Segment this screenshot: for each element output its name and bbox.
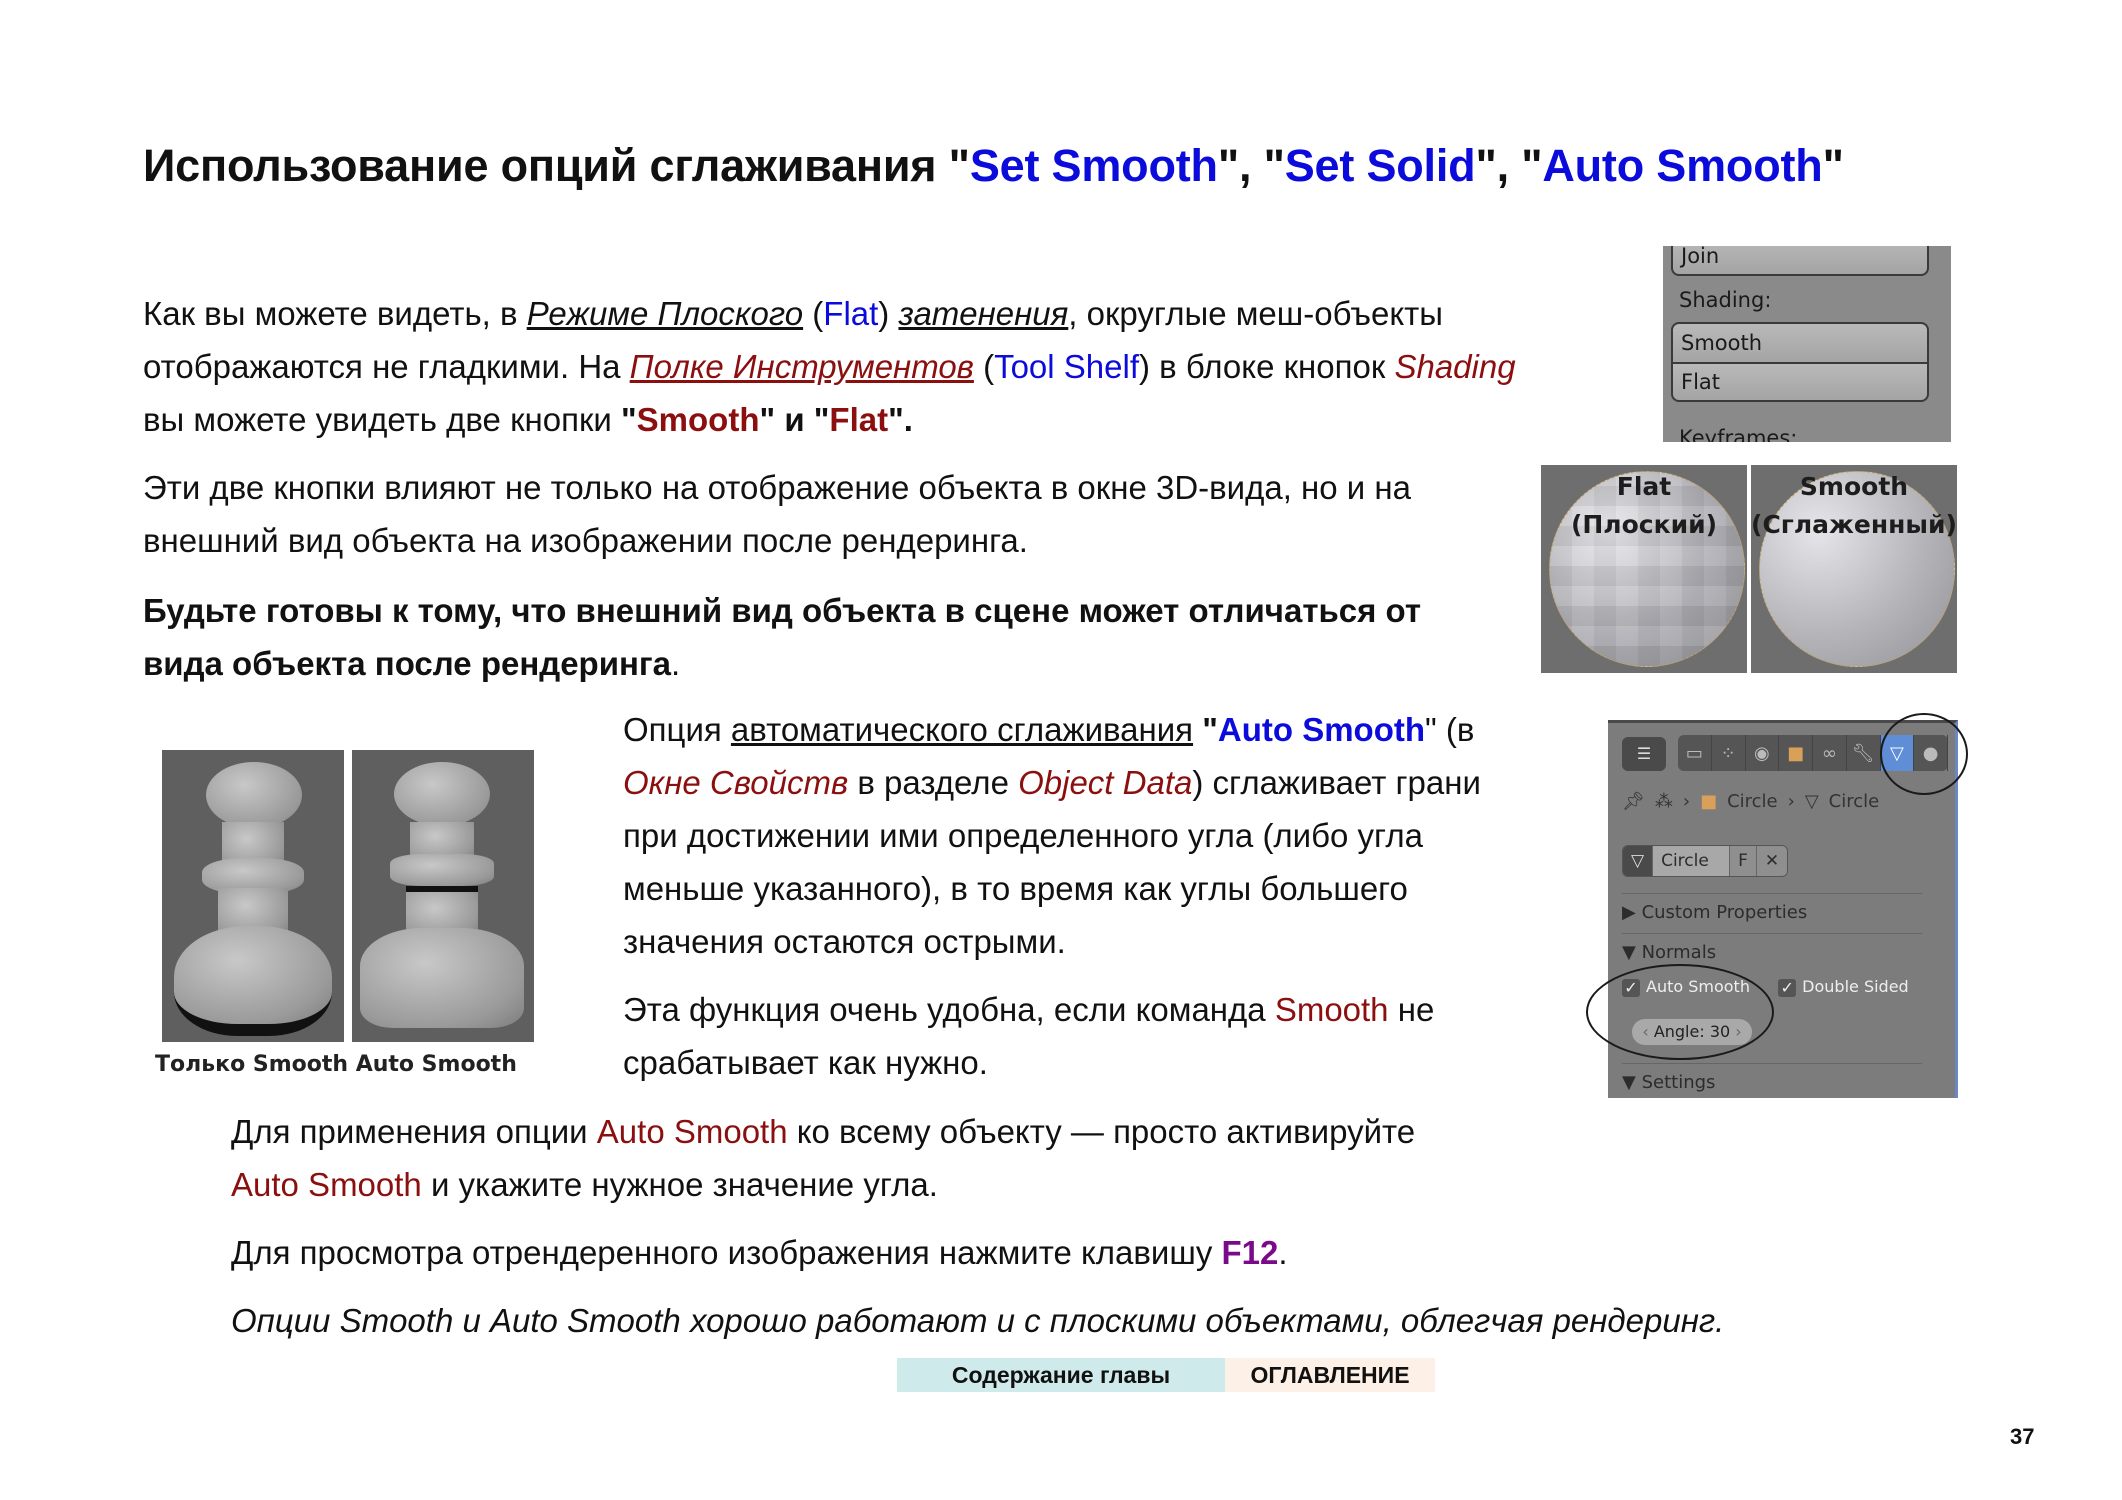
render-tab-icon: ▭ [1678, 735, 1712, 771]
join-button: Join [1671, 246, 1929, 276]
collapse-arrow-icon: ▼ [1622, 942, 1642, 963]
flat-button: Flat [1671, 362, 1929, 402]
paragraph-render-key: Для просмотра отрендеренного изображения… [231, 1234, 1288, 1271]
expand-arrow-icon: ▶ [1622, 902, 1642, 923]
pawn-auto-smooth [352, 750, 534, 1042]
settings-section: ▼ Settings [1622, 1063, 1922, 1093]
smooth-sphere-panel: Smooth (Сглаженный) [1751, 465, 1957, 673]
link-auto-smoothing[interactable]: автоматического сглаживания [731, 711, 1193, 748]
double-sided-checkbox: ✓ [1778, 978, 1797, 997]
object-icon: ■ [1700, 791, 1718, 812]
paragraph-warning: Будьте готовы к тому, что внешний вид об… [143, 592, 1422, 682]
keyframes-label: Keyframes: [1679, 426, 1798, 442]
scene-icon: ⁂ [1654, 791, 1673, 812]
title-auto-smooth: Auto Smooth [1542, 140, 1823, 191]
key-f12: F12 [1221, 1234, 1279, 1271]
flat-sphere-panel: Flat (Плоский) [1541, 465, 1747, 673]
custom-properties-section: ▶ Custom Properties [1622, 893, 1922, 923]
pawn-comparison-image [160, 750, 536, 1050]
world-tab-icon: ◉ [1746, 735, 1780, 771]
link-shading[interactable]: затенения [898, 295, 1068, 332]
highlight-circle-auto-smooth [1586, 964, 1774, 1060]
editor-type-icon: ☰ [1622, 737, 1666, 771]
paragraph-render-effect: Эти две кнопки влияют не только на отобр… [143, 469, 1411, 559]
mesh-datablock-icon: ▽ [1623, 846, 1654, 876]
page-title: Использование опций сглаживания "Set Smo… [143, 140, 1844, 191]
modifiers-tab-icon: 🔧︎ [1847, 735, 1881, 771]
constraints-tab-icon: ∞ [1813, 735, 1847, 771]
chapter-contents-button[interactable]: Содержание главы [897, 1358, 1225, 1392]
link-tool-shelf[interactable]: Полке Инструментов [630, 348, 974, 385]
breadcrumb: 📌︎ ⁂ › ■ Circle › ▽ Circle [1622, 791, 1880, 812]
paragraph-auto-smooth: Опция автоматического сглаживания "Auto … [623, 711, 1481, 960]
paragraph-flat-shading: Как вы можете видеть, в Режиме Плоского … [143, 295, 1516, 438]
highlight-circle-data-tab [1880, 713, 1968, 795]
link-flat-mode[interactable]: Режиме Плоского [527, 295, 803, 332]
page-number: 37 [2010, 1424, 2035, 1449]
table-of-contents-button[interactable]: ОГЛАВЛЕНИЕ [1225, 1358, 1435, 1392]
shading-panel-screenshot: Join Shading: Smooth Flat Keyframes: [1663, 246, 1951, 442]
normals-section: ▼ Normals [1622, 933, 1922, 963]
paragraph-smooth-fallback: Эта функция очень удобна, если команда S… [623, 991, 1435, 1081]
mesh-icon: ▽ [1804, 791, 1819, 812]
collapse-arrow-icon: ▼ [1622, 1072, 1642, 1093]
pin-icon: 📌︎ [1622, 791, 1645, 812]
shading-label: Shading: [1679, 288, 1772, 312]
flat-vs-smooth-spheres-image: Flat (Плоский) Smooth (Сглаженный) [1541, 465, 1959, 673]
unlink-icon: ✕ [1756, 846, 1788, 876]
title-set-solid: Set Solid [1284, 140, 1476, 191]
smooth-button: Smooth [1671, 322, 1929, 364]
pawn-caption: Только Smooth Auto Smooth [155, 1052, 517, 1077]
pawn-smooth-only [162, 750, 344, 1042]
object-tab-icon: ■ [1779, 735, 1813, 771]
mesh-datablock-field: ▽ Circle F ✕ [1622, 845, 1789, 877]
paragraph-apply-auto-smooth: Для применения опции Auto Smooth ко всем… [231, 1113, 1416, 1203]
scene-tab-icon: ⁘ [1712, 735, 1746, 771]
paragraph-note: Опции Smooth и Auto Smooth хорошо работа… [231, 1302, 1725, 1339]
title-set-smooth: Set Smooth [969, 140, 1218, 191]
